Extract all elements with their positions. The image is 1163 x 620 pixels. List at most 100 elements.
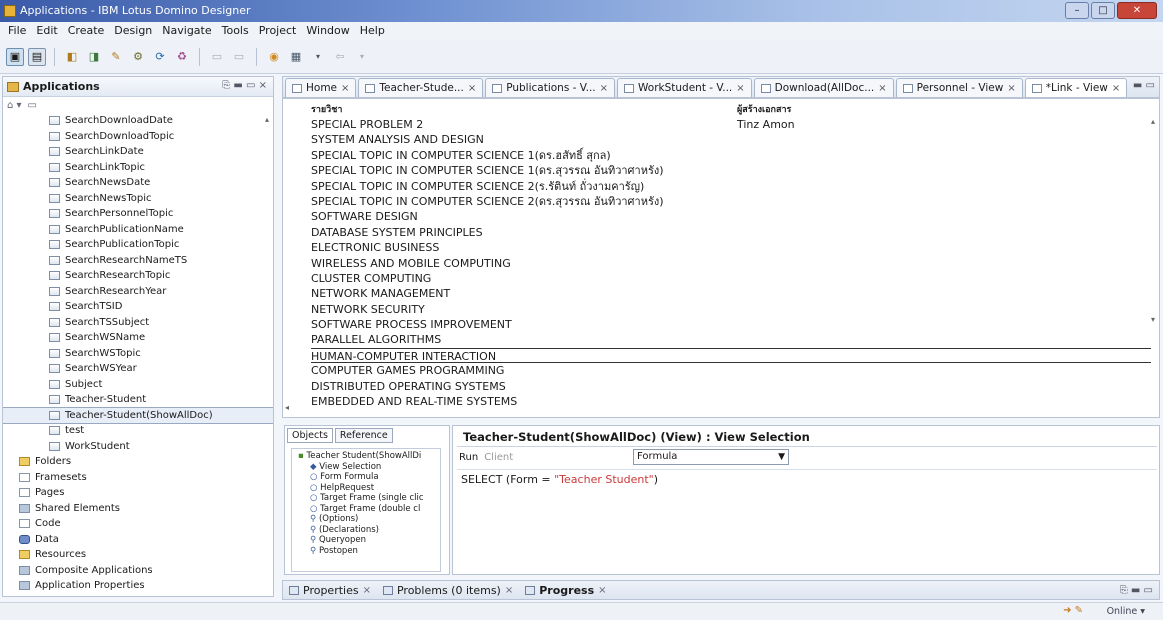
object-item[interactable]: ○ Target Frame (double cl bbox=[296, 504, 440, 515]
run-value[interactable]: Client bbox=[484, 452, 513, 463]
editor-tab[interactable]: *Link - View × bbox=[1024, 78, 1128, 97]
object-item[interactable]: ⚲ (Declarations) bbox=[296, 525, 440, 536]
editor-tab[interactable]: WorkStudent - V... × bbox=[617, 78, 752, 97]
object-item[interactable]: ⚲ Postopen bbox=[296, 546, 440, 557]
editor-tab[interactable]: Publications - V... × bbox=[485, 78, 616, 97]
close-tab-icon[interactable]: × bbox=[468, 83, 476, 94]
view-row[interactable]: SOFTWARE DESIGN bbox=[311, 209, 1151, 224]
tree-item[interactable]: SearchResearchTopic bbox=[3, 268, 273, 284]
tree-item[interactable]: SearchLinkDate bbox=[3, 144, 273, 160]
column-header-subject[interactable]: รายวิชา bbox=[311, 102, 342, 116]
collapse-all-icon[interactable]: ⌂ ▾ bbox=[7, 100, 22, 111]
object-item[interactable]: ▪ Teacher Student(ShowAllDi bbox=[296, 451, 440, 462]
tree-item[interactable]: Subject bbox=[3, 377, 273, 393]
bottom-panel-controls[interactable]: ⎘ ▬ ▭ bbox=[1120, 585, 1153, 596]
tree-item[interactable]: Folders bbox=[3, 454, 273, 470]
new-form-icon[interactable]: ◨ bbox=[85, 48, 103, 66]
layout-icon[interactable]: ▦ bbox=[287, 48, 305, 66]
tree-item[interactable]: SearchWSName bbox=[3, 330, 273, 346]
object-item[interactable]: ⚲ Queryopen bbox=[296, 535, 440, 546]
tree-item[interactable]: SearchPublicationTopic bbox=[3, 237, 273, 253]
menu-design[interactable]: Design bbox=[114, 22, 152, 40]
view-row[interactable]: CLUSTER COMPUTING bbox=[311, 271, 1151, 286]
tree-item[interactable]: SearchNewsTopic bbox=[3, 191, 273, 207]
editor-tab[interactable]: Teacher-Stude... × bbox=[358, 78, 484, 97]
new-view-icon[interactable]: ◧ bbox=[63, 48, 81, 66]
tree-item[interactable]: SearchTSSubject bbox=[3, 315, 273, 331]
formula-editor[interactable]: SELECT (Form = "Teacher Student") bbox=[461, 473, 658, 486]
view-row[interactable]: ELECTRONIC BUSINESS bbox=[311, 240, 1151, 255]
tree-item[interactable]: SearchWSYear bbox=[3, 361, 273, 377]
view-row[interactable]: SPECIAL TOPIC IN COMPUTER SCIENCE 2(ดร.ส… bbox=[311, 194, 1151, 209]
close-tab-icon[interactable]: × bbox=[736, 83, 744, 94]
editor-tab[interactable]: Personnel - View × bbox=[895, 78, 1023, 97]
menu-edit[interactable]: Edit bbox=[36, 22, 57, 40]
horizontal-scrollbar[interactable]: ◂ bbox=[285, 403, 1155, 415]
tree-item[interactable]: Shared Elements bbox=[3, 501, 273, 517]
menu-window[interactable]: Window bbox=[306, 22, 349, 40]
object-item[interactable]: ⚲ (Options) bbox=[296, 514, 440, 525]
close-tab-icon[interactable]: × bbox=[1007, 83, 1015, 94]
object-item[interactable]: ○ Target Frame (single clic bbox=[296, 493, 440, 504]
tree-root-icon[interactable]: ▭ bbox=[28, 100, 37, 111]
view-row[interactable]: SPECIAL TOPIC IN COMPUTER SCIENCE 1(ดร.ส… bbox=[311, 163, 1151, 178]
tree-item[interactable]: Teacher-Student bbox=[3, 392, 273, 408]
vertical-scrollbar[interactable]: ▴ ▾ bbox=[1151, 117, 1155, 324]
menu-help[interactable]: Help bbox=[360, 22, 385, 40]
view-row[interactable]: WIRELESS AND MOBILE COMPUTING bbox=[311, 256, 1151, 271]
online-status[interactable]: Online ▾ bbox=[1107, 606, 1145, 617]
menu-file[interactable]: File bbox=[8, 22, 26, 40]
tree-item[interactable]: Resources bbox=[3, 547, 273, 563]
view-row[interactable]: PARALLEL ALGORITHMS bbox=[311, 332, 1151, 347]
view-row[interactable]: SPECIAL TOPIC IN COMPUTER SCIENCE 2(ร.รั… bbox=[311, 179, 1151, 194]
view-row[interactable]: DATABASE SYSTEM PRINCIPLES bbox=[311, 225, 1151, 240]
tree-item[interactable]: WorkStudent bbox=[3, 439, 273, 455]
tree-item[interactable]: SearchDownloadTopic bbox=[3, 129, 273, 145]
tree-item[interactable]: Data bbox=[3, 532, 273, 548]
tree-item[interactable]: test bbox=[3, 423, 273, 439]
tree-item[interactable]: Code bbox=[3, 516, 273, 532]
menu-navigate[interactable]: Navigate bbox=[162, 22, 211, 40]
view-row[interactable]: NETWORK SECURITY bbox=[311, 302, 1151, 317]
minimize-button[interactable]: – bbox=[1065, 2, 1089, 19]
tab-strip-controls[interactable]: ▬ ▭ bbox=[1133, 80, 1155, 91]
tree-item[interactable]: SearchNewsDate bbox=[3, 175, 273, 191]
view-row[interactable]: COMPUTER GAMES PROGRAMMING bbox=[311, 363, 1151, 378]
view-row[interactable]: HUMAN-COMPUTER INTERACTION bbox=[311, 347, 1151, 364]
tree-item[interactable]: SearchTSID bbox=[3, 299, 273, 315]
close-tab-icon[interactable]: × bbox=[878, 83, 886, 94]
editor-tab[interactable]: Home × bbox=[285, 78, 357, 97]
back-icon[interactable]: ⇦ bbox=[331, 48, 349, 66]
open-application-icon[interactable]: ▣ bbox=[6, 47, 24, 66]
tree-item[interactable]: Teacher-Student(ShowAllDoc) bbox=[3, 406, 273, 424]
close-tab-icon[interactable]: × bbox=[600, 83, 608, 94]
view-row[interactable]: DISTRIBUTED OPERATING SYSTEMS bbox=[311, 379, 1151, 394]
view-row[interactable]: SPECIAL TOPIC IN COMPUTER SCIENCE 1(ดร.ฮ… bbox=[311, 148, 1151, 163]
bottom-view-tab[interactable]: Properties × bbox=[289, 584, 371, 597]
close-tab-icon[interactable]: × bbox=[363, 585, 371, 596]
tree-item[interactable]: SearchDownloadDate bbox=[3, 113, 273, 129]
view-row[interactable]: SPECIAL PROBLEM 2 Tinz Amon bbox=[311, 117, 1151, 132]
close-tab-icon[interactable]: × bbox=[1112, 83, 1120, 94]
close-button[interactable]: ✕ bbox=[1117, 2, 1157, 19]
view-row[interactable]: SOFTWARE PROCESS IMPROVEMENT bbox=[311, 317, 1151, 332]
tree-item[interactable]: Application Properties bbox=[3, 578, 273, 594]
preview-browser-icon[interactable]: ▭ bbox=[230, 48, 248, 66]
bottom-view-tab[interactable]: Problems (0 items) × bbox=[382, 584, 513, 597]
preview-icon[interactable]: ▭ bbox=[208, 48, 226, 66]
close-tab-icon[interactable]: × bbox=[598, 585, 606, 596]
column-header-author[interactable]: ผู้สร้างเอกสาร bbox=[737, 102, 791, 116]
close-tab-icon[interactable]: × bbox=[341, 83, 349, 94]
tab-reference[interactable]: Reference bbox=[334, 428, 393, 443]
menu-project[interactable]: Project bbox=[259, 22, 297, 40]
tree-item[interactable]: SearchPublicationName bbox=[3, 222, 273, 238]
refresh-design-icon[interactable]: ⟳ bbox=[151, 48, 169, 66]
design-icon[interactable]: ⚙ bbox=[129, 48, 147, 66]
new-agent-icon[interactable]: ✎ bbox=[107, 48, 125, 66]
tree-item[interactable]: Composite Applications bbox=[3, 563, 273, 579]
dropdown-arrow-icon[interactable]: ▾ bbox=[353, 48, 371, 66]
view-row[interactable]: SYSTEM ANALYSIS AND DESIGN bbox=[311, 132, 1151, 147]
view-row[interactable]: NETWORK MANAGEMENT bbox=[311, 286, 1151, 301]
tree-item[interactable]: SearchWSTopic bbox=[3, 346, 273, 362]
object-item[interactable]: ○ HelpRequest bbox=[296, 483, 440, 494]
